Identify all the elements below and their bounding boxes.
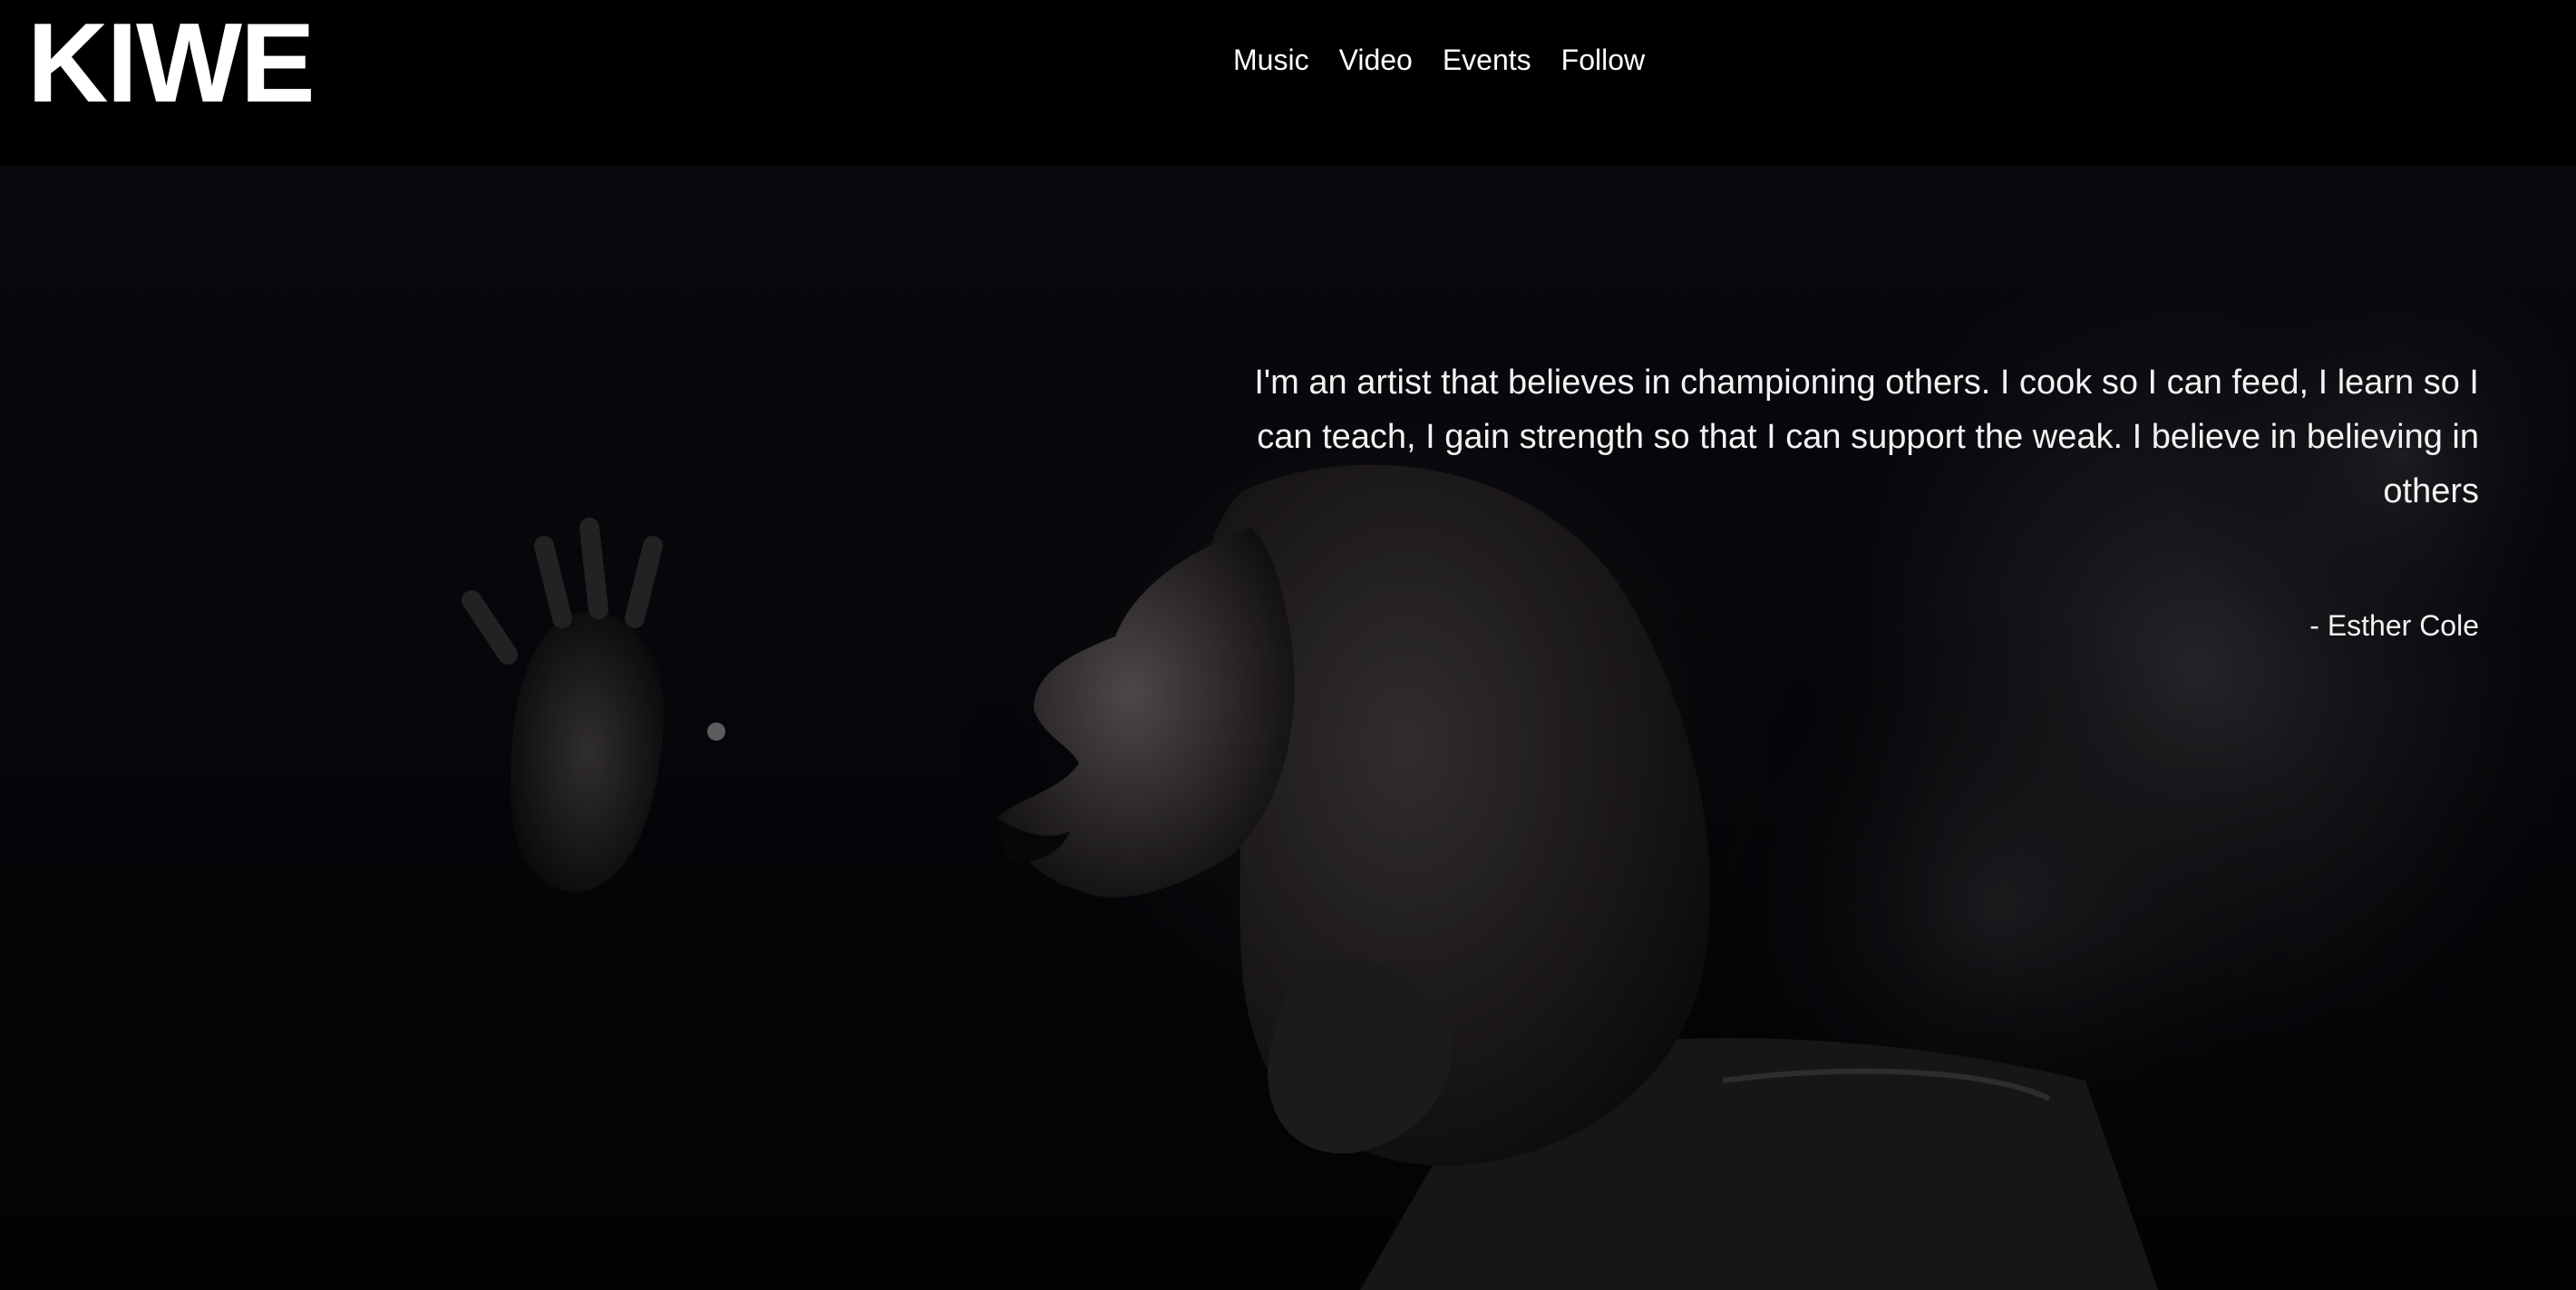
nav-link-follow[interactable]: Follow — [1561, 40, 1645, 80]
nav-link-events[interactable]: Events — [1443, 40, 1531, 80]
singer-photo — [0, 165, 2576, 1290]
artist-quote: I'm an artist that believes in championi… — [1254, 364, 2479, 510]
main-nav: Music Video Events Follow — [1233, 40, 1645, 80]
nav-link-video[interactable]: Video — [1339, 40, 1413, 80]
nav-link-music[interactable]: Music — [1233, 40, 1309, 80]
site-logo[interactable]: KIWE — [27, 7, 316, 120]
page: KIWE Music Video Events Follow I'm an ar… — [0, 0, 2576, 1290]
site-header: KIWE Music Video Events Follow — [0, 0, 2576, 165]
hero-section: I'm an artist that believes in championi… — [0, 165, 2576, 1290]
quote-attribution: - Esther Cole — [2309, 609, 2479, 642]
